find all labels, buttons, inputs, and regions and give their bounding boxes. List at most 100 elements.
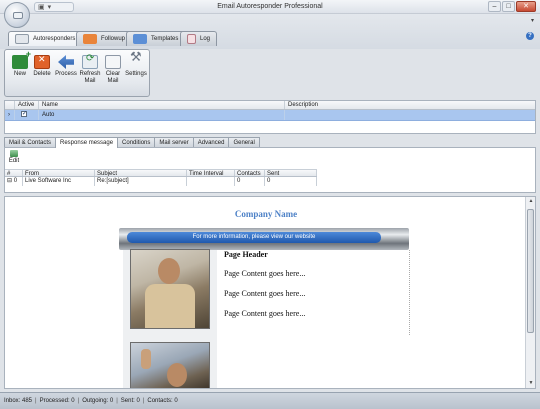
status-contacts: Contacts: 0 <box>147 398 178 404</box>
website-banner[interactable]: For more information, please view our we… <box>119 228 409 250</box>
tab-general[interactable]: General <box>228 137 260 147</box>
banner-text[interactable]: For more information, please view our we… <box>127 232 381 243</box>
close-button[interactable]: ✕ <box>516 1 536 12</box>
title-bar: ▣ ▾ Email Autoresponder Professional – □… <box>0 0 540 14</box>
content-divider <box>409 250 410 335</box>
page-content: Page Content goes here... <box>224 269 306 278</box>
refresh-icon <box>82 55 98 69</box>
followup-icon <box>83 34 97 44</box>
status-inbox: Inbox: 485 <box>4 398 33 404</box>
messages-grid: # From Subject Time Interval Contacts Se… <box>5 169 317 186</box>
grid-header: # From Subject Time Interval Contacts Se… <box>5 169 317 177</box>
process-icon <box>58 55 74 69</box>
chevron-icon[interactable]: ▾ <box>531 17 534 24</box>
edit-button[interactable]: Edit <box>7 150 21 164</box>
message-preview[interactable]: Company Name For more information, pleas… <box>4 196 536 389</box>
status-separator: | <box>142 398 145 404</box>
maximize-button[interactable]: □ <box>502 1 515 12</box>
status-processed: Processed: 0 <box>39 398 75 404</box>
tab-advanced[interactable]: Advanced <box>192 137 230 147</box>
scroll-thumb[interactable] <box>527 209 534 333</box>
column-header-number[interactable]: # <box>5 170 23 176</box>
person-photo <box>130 249 210 329</box>
column-header-subject[interactable]: Subject <box>95 170 187 176</box>
tab-followup[interactable]: Followup <box>76 31 133 46</box>
tab-label: Templates <box>151 36 179 42</box>
status-outgoing: Outgoing: 0 <box>82 398 114 404</box>
settings-label: Settings <box>125 71 147 77</box>
tab-label: Followup <box>101 36 126 42</box>
scroll-down-icon[interactable]: ▼ <box>526 379 535 388</box>
tab-log[interactable]: Log <box>180 31 218 46</box>
description-cell[interactable] <box>285 110 535 120</box>
tools-icon <box>128 53 144 69</box>
active-checkbox[interactable] <box>21 109 27 120</box>
page-header: Page Header <box>224 250 268 259</box>
scroll-up-icon[interactable]: ▲ <box>526 197 535 206</box>
tab-label: Autoresponders <box>33 36 76 42</box>
contacts-cell[interactable]: 0 <box>235 177 265 186</box>
person-head <box>167 363 187 387</box>
column-header-from[interactable]: From <box>23 170 95 176</box>
response-message-panel: Edit # From Subject Time Interval Contac… <box>4 147 536 193</box>
name-cell[interactable]: Auto <box>39 110 285 120</box>
application-menu-button[interactable] <box>4 2 30 28</box>
tab-mail-contacts[interactable]: Mail & Contacts <box>4 137 57 147</box>
new-icon <box>12 51 31 69</box>
ribbon-tab-bar: ▾ Autoresponders Followup Templates Log … <box>0 14 540 49</box>
ribbon-group-actions: New Delete Process Refresh Mail Clear Ma… <box>4 49 150 97</box>
column-header-name[interactable]: Name <box>39 101 285 109</box>
detail-tabs: Mail & Contacts Response message Conditi… <box>4 137 260 148</box>
tab-templates[interactable]: Templates <box>126 31 186 46</box>
tab-conditions[interactable]: Conditions <box>117 137 156 147</box>
tab-response-message[interactable]: Response message <box>55 137 119 148</box>
clear-icon <box>105 55 121 69</box>
person-body <box>145 284 195 328</box>
from-cell[interactable]: Live Software Inc <box>23 177 95 186</box>
mail-icon <box>13 12 23 19</box>
window-title: Email Autoresponder Professional <box>217 3 323 10</box>
raised-hand <box>141 349 151 369</box>
help-icon[interactable]: ? <box>526 32 534 40</box>
edit-label: Edit <box>8 158 20 164</box>
column-header-time-interval[interactable]: Time Interval <box>187 170 235 176</box>
table-row[interactable]: › Auto <box>5 109 535 121</box>
minimize-button[interactable]: – <box>488 1 501 12</box>
person-photo-2 <box>130 342 210 388</box>
grid-header: Active Name Description <box>5 101 535 110</box>
process-button[interactable]: Process <box>53 55 79 78</box>
page-content: Page Content goes here... <box>224 309 306 318</box>
status-bar: Inbox: 485 | Processed: 0 | Outgoing: 0 … <box>0 392 540 409</box>
column-header-sent[interactable]: Sent <box>265 170 317 176</box>
clear-label-2: Mail <box>107 78 119 84</box>
status-separator: | <box>35 398 37 404</box>
delete-icon <box>34 55 50 69</box>
tab-mail-server[interactable]: Mail server <box>154 137 194 147</box>
interval-cell[interactable] <box>187 177 235 186</box>
delete-label: Delete <box>33 71 51 77</box>
column-header-contacts[interactable]: Contacts <box>235 170 265 176</box>
templates-icon <box>133 34 147 44</box>
number-cell: ⊟ 0 <box>5 177 23 186</box>
sent-cell[interactable]: 0 <box>265 177 317 186</box>
tab-autoresponders[interactable]: Autoresponders <box>8 31 83 46</box>
table-row[interactable]: ⊟ 0 Live Software Inc Re:[subject] 0 0 <box>5 177 317 186</box>
status-separator: | <box>116 398 118 404</box>
column-header-active[interactable]: Active <box>15 101 39 109</box>
person-head <box>158 258 180 284</box>
process-label: Process <box>55 71 77 77</box>
autoresponders-grid: Active Name Description › Auto <box>4 100 536 134</box>
column-header-description[interactable]: Description <box>285 101 535 109</box>
company-name: Company Name <box>234 209 298 219</box>
status-separator: | <box>77 398 80 404</box>
tab-label: Log <box>200 36 211 42</box>
envelope-icon <box>15 34 29 44</box>
settings-button[interactable]: Settings <box>123 53 149 78</box>
edit-icon <box>10 150 18 157</box>
status-sent: Sent: 0 <box>120 398 140 404</box>
page-content: Page Content goes here... <box>224 289 306 298</box>
delete-button[interactable]: Delete <box>29 55 55 78</box>
active-cell[interactable] <box>15 109 39 120</box>
vertical-scrollbar[interactable]: ▲ ▼ <box>525 197 535 388</box>
subject-cell[interactable]: Re:[subject] <box>95 177 187 186</box>
